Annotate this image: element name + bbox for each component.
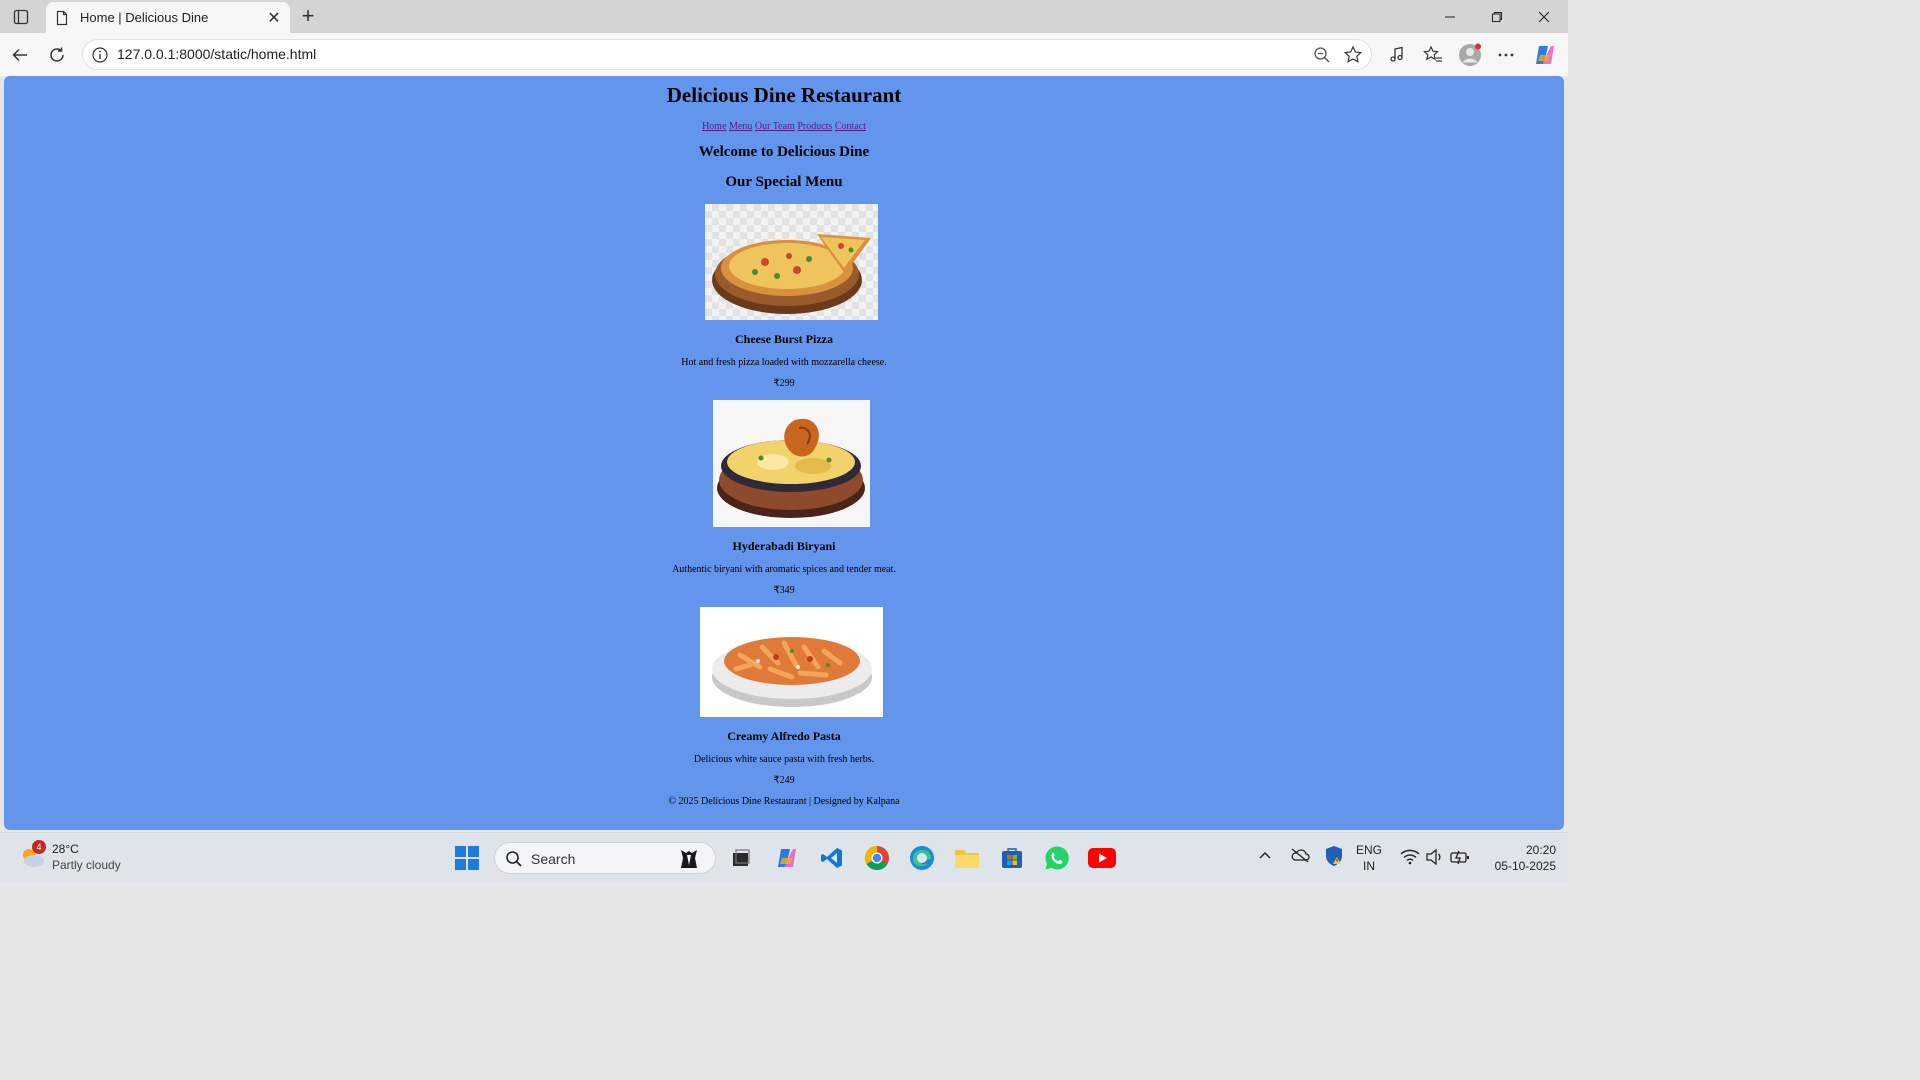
battery-icon[interactable] <box>1450 849 1472 868</box>
dish-description: Authentic biryani with aromatic spices a… <box>672 564 896 575</box>
start-icon[interactable] <box>452 843 482 873</box>
tab-title: Home | Delicious Dine <box>80 10 209 25</box>
profile-avatar-icon[interactable] <box>1455 40 1485 70</box>
dish-description: Delicious white sauce pasta with fresh h… <box>693 754 875 765</box>
copilot-app-icon[interactable] <box>772 843 802 873</box>
wifi-icon[interactable] <box>1400 849 1420 868</box>
zoom-icon[interactable] <box>1313 46 1331 64</box>
weather-temperature: 28°C <box>52 842 79 856</box>
nav-home-link[interactable]: Home <box>702 121 726 132</box>
language-line-1: ENG <box>1356 843 1383 857</box>
volume-icon[interactable] <box>1425 848 1445 868</box>
youtube-icon[interactable] <box>1087 843 1117 873</box>
language-indicator[interactable]: ENG IN <box>1356 842 1382 874</box>
nav-contact-link[interactable]: Contact <box>835 121 866 132</box>
weather-widget[interactable]: 4 28°C Partly cloudy <box>18 840 138 875</box>
favorite-star-icon[interactable] <box>1343 45 1363 65</box>
dish-name: Creamy Alfredo Pasta <box>727 729 841 743</box>
language-line-2: IN <box>1363 859 1375 873</box>
browser-toolbar: 127.0.0.1:8000/static/home.html <box>0 33 1568 76</box>
store-icon[interactable] <box>997 843 1027 873</box>
weather-badge: 4 <box>32 840 46 854</box>
site-title: Delicious Dine Restaurant <box>666 83 902 107</box>
dish-price: ₹249 <box>773 775 795 786</box>
new-tab-button[interactable]: + <box>296 4 320 28</box>
more-options-icon[interactable] <box>1491 40 1521 70</box>
chrome-icon[interactable] <box>862 843 892 873</box>
search-highlight-icon <box>681 850 697 868</box>
tab-strip: Home | Delicious Dine ✕ + <box>0 0 1568 33</box>
biryani-image <box>713 400 870 527</box>
clock-time: 20:20 <box>1525 843 1556 857</box>
nav-menu-link[interactable]: Menu <box>729 121 752 132</box>
tab-home[interactable]: Home | Delicious Dine ✕ <box>46 2 290 33</box>
clock[interactable]: 20:20 05-10-2025 <box>1478 842 1556 874</box>
search-icon <box>506 851 522 867</box>
close-window-icon[interactable] <box>1521 0 1567 33</box>
pizza-image <box>705 204 878 320</box>
tab-close-icon[interactable]: ✕ <box>262 6 286 30</box>
reload-icon[interactable] <box>42 40 72 70</box>
copilot-icon[interactable] <box>1530 40 1560 70</box>
minimize-icon[interactable] <box>1427 0 1473 33</box>
clock-date: 05-10-2025 <box>1494 859 1556 873</box>
weather-condition: Partly cloudy <box>52 858 121 872</box>
dish-name: Hyderabadi Biryani <box>732 539 836 553</box>
url-text[interactable]: 127.0.0.1:8000/static/home.html <box>117 46 316 62</box>
onedrive-icon[interactable] <box>1290 847 1310 866</box>
security-shield-icon[interactable] <box>1324 845 1344 870</box>
pasta-image <box>700 607 883 717</box>
edge-icon[interactable] <box>907 843 937 873</box>
welcome-heading: Welcome to Delicious Dine <box>698 144 870 160</box>
dish-price: ₹299 <box>773 378 795 389</box>
page-icon <box>56 10 68 25</box>
special-menu-heading: Our Special Menu <box>725 174 843 190</box>
nav-products-link[interactable]: Products <box>797 121 832 132</box>
whatsapp-icon[interactable] <box>1042 843 1072 873</box>
taskbar: 4 28°C Partly cloudy Search ENG IN 20:20… <box>0 832 1568 882</box>
page-viewport: Delicious Dine Restaurant Home Menu Our … <box>4 76 1564 830</box>
tab-actions-icon[interactable] <box>8 4 34 30</box>
back-icon[interactable] <box>5 40 35 70</box>
site-info-icon[interactable] <box>91 46 109 64</box>
favorites-icon[interactable] <box>1418 40 1448 70</box>
media-icon[interactable] <box>1382 40 1412 70</box>
dish-price: ₹349 <box>773 585 795 596</box>
page-footer: © 2025 Delicious Dine Restaurant | Desig… <box>668 796 900 807</box>
show-hidden-icons-icon[interactable] <box>1258 849 1272 863</box>
task-view-icon[interactable] <box>726 843 756 873</box>
taskbar-search[interactable]: Search <box>494 842 716 874</box>
restore-icon[interactable] <box>1474 0 1520 33</box>
vscode-icon[interactable] <box>817 843 847 873</box>
dish-description: Hot and fresh pizza loaded with mozzarel… <box>681 357 887 368</box>
dish-name: Cheese Burst Pizza <box>735 332 833 346</box>
search-label: Search <box>531 851 576 867</box>
file-explorer-icon[interactable] <box>952 843 982 873</box>
site-nav: Home Menu Our Team Products Contact <box>4 121 1564 132</box>
address-bar[interactable]: 127.0.0.1:8000/static/home.html <box>82 39 1372 70</box>
nav-our-team-link[interactable]: Our Team <box>755 121 795 132</box>
